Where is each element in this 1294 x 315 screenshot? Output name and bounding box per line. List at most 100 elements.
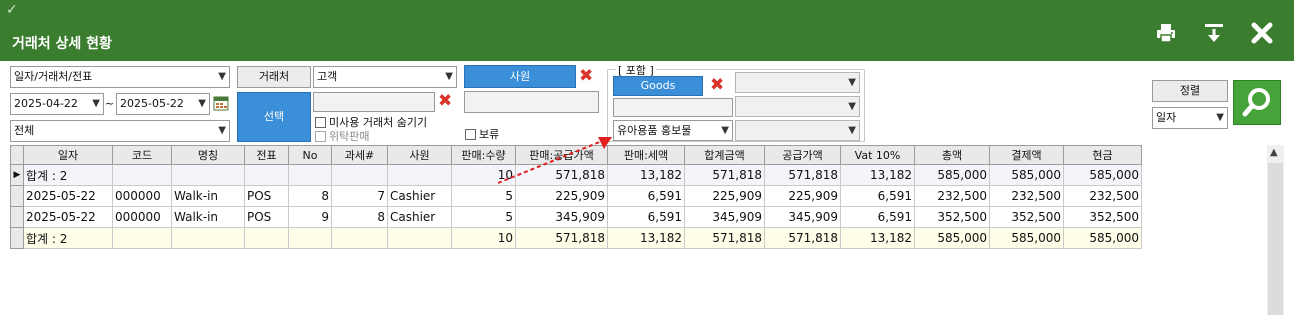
goods-input[interactable] xyxy=(613,98,733,117)
column-header[interactable]: 일자 xyxy=(23,145,113,165)
table-cell[interactable]: 9 xyxy=(288,206,332,228)
table-cell[interactable]: 225,909 xyxy=(764,185,841,207)
table-cell[interactable]: 합계 : 2 xyxy=(23,227,113,249)
table-cell[interactable] xyxy=(331,227,388,249)
table-cell[interactable]: Cashier xyxy=(387,185,452,207)
column-header[interactable]: 현금 xyxy=(1063,145,1142,165)
table-cell[interactable]: 5 xyxy=(451,206,516,228)
select-button[interactable]: 선택 xyxy=(237,92,311,142)
date-to-picker[interactable]: 2025-05-22 ▼ xyxy=(116,93,210,115)
table-cell[interactable]: Walk-in xyxy=(171,185,245,207)
table-row[interactable]: 합계 : 2 10 571,818 13,182 571,818 571,818… xyxy=(10,227,1142,249)
table-cell[interactable]: 000000 xyxy=(112,185,172,207)
remove-employee-icon[interactable]: ✖ xyxy=(579,68,593,85)
table-cell[interactable]: 352,500 xyxy=(914,206,990,228)
search-button[interactable] xyxy=(1233,80,1281,125)
employee-button[interactable]: 사원 xyxy=(464,65,576,88)
consign-checkbox[interactable]: 위탁판매 xyxy=(315,128,369,144)
goods-button[interactable]: Goods xyxy=(613,76,703,96)
table-cell[interactable]: 13,182 xyxy=(607,227,685,249)
table-row[interactable]: 2025-05-22 000000 Walk-in POS 9 8 Cashie… xyxy=(10,206,1142,228)
table-cell[interactable]: 합계 : 2 xyxy=(23,164,113,186)
table-cell[interactable]: 7 xyxy=(331,185,388,207)
remove-partner-icon[interactable]: ✖ xyxy=(438,93,452,110)
include-select-1[interactable]: ▼ xyxy=(735,72,860,93)
table-cell[interactable] xyxy=(171,227,245,249)
table-cell[interactable] xyxy=(387,227,452,249)
table-cell[interactable] xyxy=(112,227,172,249)
table-cell[interactable]: Walk-in xyxy=(171,206,245,228)
column-header[interactable]: 과세# xyxy=(331,145,388,165)
table-cell[interactable]: 345,909 xyxy=(684,206,765,228)
table-cell[interactable]: 585,000 xyxy=(914,164,990,186)
table-cell[interactable]: 232,500 xyxy=(1063,185,1142,207)
table-cell[interactable]: POS xyxy=(244,206,289,228)
table-cell[interactable]: 8 xyxy=(288,185,332,207)
scroll-thumb[interactable] xyxy=(1268,163,1283,315)
table-cell[interactable]: 585,000 xyxy=(1063,164,1142,186)
include-select-3[interactable]: ▼ xyxy=(735,120,860,141)
table-cell[interactable]: 2025-05-22 xyxy=(23,185,113,207)
export-icon[interactable] xyxy=(1201,20,1227,46)
calendar-icon[interactable] xyxy=(213,95,229,111)
table-cell[interactable]: 585,000 xyxy=(989,227,1064,249)
column-header[interactable]: 사원 xyxy=(387,145,452,165)
remove-goods-icon[interactable]: ✖ xyxy=(710,77,724,94)
table-cell[interactable]: 225,909 xyxy=(684,185,765,207)
table-cell[interactable]: 13,182 xyxy=(840,164,915,186)
table-cell[interactable]: 585,000 xyxy=(914,227,990,249)
table-cell[interactable] xyxy=(244,227,289,249)
table-cell[interactable]: 8 xyxy=(331,206,388,228)
table-cell[interactable] xyxy=(171,164,245,186)
table-cell[interactable]: 571,818 xyxy=(684,164,765,186)
table-cell[interactable]: 585,000 xyxy=(1063,227,1142,249)
table-cell[interactable]: 2025-05-22 xyxy=(23,206,113,228)
column-header[interactable]: Vat 10% xyxy=(840,145,915,165)
table-cell[interactable] xyxy=(288,164,332,186)
table-cell[interactable]: 6,591 xyxy=(607,206,685,228)
scope-select[interactable]: 전체 ▼ xyxy=(10,120,230,142)
column-header[interactable]: 공급가액 xyxy=(764,145,841,165)
table-cell[interactable]: 345,909 xyxy=(515,206,608,228)
table-cell[interactable]: 345,909 xyxy=(764,206,841,228)
view-type-select[interactable]: 일자/거래처/전표 ▼ xyxy=(10,66,230,88)
table-cell[interactable] xyxy=(244,164,289,186)
printer-icon[interactable] xyxy=(1153,20,1179,46)
table-cell[interactable]: 6,591 xyxy=(840,206,915,228)
category-select[interactable]: 유아용품 홍보물 ▼ xyxy=(613,120,733,141)
table-cell[interactable]: 352,500 xyxy=(989,206,1064,228)
partner-input[interactable] xyxy=(313,92,435,112)
partner-type-select[interactable]: 고객 ▼ xyxy=(313,66,457,88)
sort-select[interactable]: 일자 ▼ xyxy=(1152,107,1228,129)
vertical-scrollbar[interactable]: ▲ xyxy=(1267,145,1284,315)
table-cell[interactable]: 352,500 xyxy=(1063,206,1142,228)
table-cell[interactable]: 571,818 xyxy=(764,227,841,249)
table-cell[interactable]: 13,182 xyxy=(840,227,915,249)
scroll-up-icon[interactable]: ▲ xyxy=(1270,147,1278,158)
table-cell[interactable] xyxy=(387,164,452,186)
close-icon[interactable] xyxy=(1249,20,1275,46)
table-cell[interactable] xyxy=(331,164,388,186)
table-cell[interactable]: 6,591 xyxy=(840,185,915,207)
column-header[interactable]: 전표 xyxy=(244,145,289,165)
partner-button[interactable]: 거래처 xyxy=(237,66,311,88)
table-cell[interactable]: Cashier xyxy=(387,206,452,228)
include-select-2[interactable]: ▼ xyxy=(735,96,860,117)
table-cell[interactable]: POS xyxy=(244,185,289,207)
column-header[interactable]: No xyxy=(288,145,332,165)
table-cell[interactable]: 232,500 xyxy=(989,185,1064,207)
table-cell[interactable]: 571,818 xyxy=(764,164,841,186)
column-header[interactable]: 합계금액 xyxy=(684,145,765,165)
table-cell[interactable] xyxy=(112,164,172,186)
employee-input[interactable] xyxy=(464,91,599,113)
table-cell[interactable]: 232,500 xyxy=(914,185,990,207)
table-cell[interactable]: 585,000 xyxy=(989,164,1064,186)
column-header[interactable]: 명칭 xyxy=(171,145,245,165)
table-cell[interactable]: 10 xyxy=(451,227,516,249)
column-header[interactable]: 총액 xyxy=(914,145,990,165)
date-from-picker[interactable]: 2025-04-22 ▼ xyxy=(10,93,104,115)
table-cell[interactable]: 000000 xyxy=(112,206,172,228)
table-cell[interactable]: 571,818 xyxy=(684,227,765,249)
table-cell[interactable] xyxy=(288,227,332,249)
column-header[interactable]: 결제액 xyxy=(989,145,1064,165)
